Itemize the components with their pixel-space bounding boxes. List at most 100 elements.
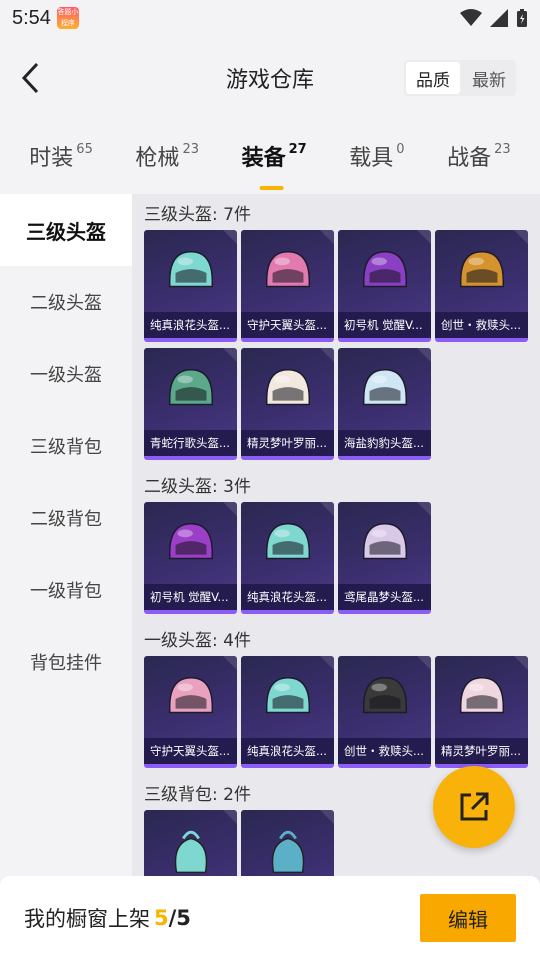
tab-label: 战备 xyxy=(447,146,492,171)
item-card[interactable]: 精灵梦叶罗丽... xyxy=(241,348,334,460)
sidebar-item-level3-helmet[interactable]: 三级头盔 xyxy=(0,194,132,266)
sort-quality-option[interactable]: 品质 xyxy=(406,62,460,94)
back-button[interactable] xyxy=(16,60,46,96)
level3-helmet-icon xyxy=(460,251,504,288)
category-tabs: 时装 65 枪械 23 装备 27 载具 0 战备 23 xyxy=(0,120,540,192)
card-corner-decoration xyxy=(223,810,237,824)
tab-equipment[interactable]: 装备 27 xyxy=(241,140,307,190)
sidebar-item-level1-helmet[interactable]: 一级头盔 xyxy=(0,338,132,410)
tab-label: 枪械 xyxy=(135,146,180,171)
sidebar-item-level2-backpack[interactable]: 二级背包 xyxy=(0,482,132,554)
tab-label: 载具 xyxy=(349,146,394,171)
sort-toggle: 品质 最新 xyxy=(404,60,516,96)
level1-helmet-icon xyxy=(363,677,407,714)
item-card[interactable]: 创世・救赎头... xyxy=(338,656,431,768)
showcase-label: 我的橱窗上架 xyxy=(24,907,150,931)
sidebar-item-level3-backpack[interactable]: 三级背包 xyxy=(0,410,132,482)
item-name: 创世・救赎头... xyxy=(435,312,528,338)
item-name: 精灵梦叶罗丽... xyxy=(435,738,528,764)
item-card[interactable] xyxy=(144,810,237,884)
tab-vehicles[interactable]: 载具 0 xyxy=(349,140,404,172)
item-name: 初号机 觉醒V... xyxy=(338,312,431,338)
share-button[interactable] xyxy=(433,766,515,848)
item-card[interactable]: 纯真浪花头盔... xyxy=(241,656,334,768)
sidebar-item-backpack-charm[interactable]: 背包挂件 xyxy=(0,626,132,698)
item-name: 初号机 觉醒V... xyxy=(144,584,237,610)
item-card[interactable]: 鸢尾晶梦头盔... xyxy=(338,502,431,614)
item-card[interactable]: 纯真浪花头盔... xyxy=(241,502,334,614)
item-card[interactable]: 创世・救赎头... xyxy=(435,230,528,342)
level2-helmet-icon xyxy=(363,523,407,560)
card-corner-decoration xyxy=(320,502,334,516)
section-title: 三级头盔: 7件 xyxy=(144,204,251,225)
card-corner-decoration xyxy=(320,810,334,824)
edit-button[interactable]: 编辑 xyxy=(420,894,516,942)
level3-helmet-icon xyxy=(363,369,407,406)
tab-count: 23 xyxy=(182,142,199,157)
back-arrow-icon xyxy=(21,62,39,94)
level2-helmet-icon xyxy=(266,523,310,560)
item-card[interactable]: 海盐豹豹头盔... xyxy=(338,348,431,460)
level3-helmet-icon xyxy=(266,369,310,406)
level2-helmet-icon xyxy=(169,523,213,560)
item-name: 纯真浪花头盔... xyxy=(144,312,237,338)
card-corner-decoration xyxy=(417,348,431,362)
level3-backpack-icon xyxy=(174,830,208,874)
level1-helmet-icon xyxy=(266,677,310,714)
item-card[interactable]: 守护天翼头盔... xyxy=(241,230,334,342)
item-name: 青蛇行歌头盔... xyxy=(144,430,237,456)
sidebar-item-level1-backpack[interactable]: 一级背包 xyxy=(0,554,132,626)
tab-fashion[interactable]: 时装 65 xyxy=(29,140,93,172)
card-corner-decoration xyxy=(417,502,431,516)
item-name: 纯真浪花头盔... xyxy=(241,738,334,764)
header: 游戏仓库 品质 最新 xyxy=(0,40,540,116)
card-corner-decoration xyxy=(320,230,334,244)
tab-battle-gear[interactable]: 战备 23 xyxy=(447,140,511,172)
item-card[interactable]: 初号机 觉醒V... xyxy=(338,230,431,342)
battery-icon xyxy=(517,9,527,27)
item-name: 纯真浪花头盔... xyxy=(241,584,334,610)
tab-weapons[interactable]: 枪械 23 xyxy=(135,140,199,172)
item-name: 鸢尾晶梦头盔... xyxy=(338,584,431,610)
section-title: 二级头盔: 3件 xyxy=(144,476,251,497)
card-corner-decoration xyxy=(223,230,237,244)
tab-count: 65 xyxy=(76,142,93,157)
tab-label: 装备 xyxy=(241,146,286,171)
item-card[interactable]: 精灵梦叶罗丽... xyxy=(435,656,528,768)
item-name: 精灵梦叶罗丽... xyxy=(241,430,334,456)
item-card[interactable]: 纯真浪花头盔... xyxy=(144,230,237,342)
app-notification-icon: 答题小程序 xyxy=(56,7,79,29)
bottom-bar: 我的橱窗上架 5/5 编辑 xyxy=(0,876,540,960)
level3-helmet-icon xyxy=(169,251,213,288)
level3-helmet-icon xyxy=(266,251,310,288)
item-name: 创世・救赎头... xyxy=(338,738,431,764)
item-card[interactable] xyxy=(241,810,334,884)
showcase-current: 5 xyxy=(154,906,169,930)
section-title: 一级头盔: 4件 xyxy=(144,630,251,651)
card-corner-decoration xyxy=(320,656,334,670)
item-grid: 初号机 觉醒V... 纯真浪花头盔... 鸢尾晶梦头盔... xyxy=(144,502,540,614)
level3-helmet-icon xyxy=(363,251,407,288)
item-card[interactable]: 守护天翼头盔... xyxy=(144,656,237,768)
signal-icon xyxy=(490,9,508,27)
status-time: 5:54 xyxy=(12,6,51,29)
showcase-count: 5/5 xyxy=(154,906,191,930)
level1-helmet-icon xyxy=(460,677,504,714)
item-card[interactable]: 初号机 觉醒V... xyxy=(144,502,237,614)
card-corner-decoration xyxy=(320,348,334,362)
item-name: 守护天翼头盔... xyxy=(144,738,237,764)
card-corner-decoration xyxy=(514,656,528,670)
item-card[interactable]: 青蛇行歌头盔... xyxy=(144,348,237,460)
sidebar-item-level2-helmet[interactable]: 二级头盔 xyxy=(0,266,132,338)
share-external-icon xyxy=(460,792,489,821)
tab-count: 23 xyxy=(494,142,511,157)
item-grid: 纯真浪花头盔... 守护天翼头盔... 初号机 觉醒V... 创世・救赎头... 青蛇行… xyxy=(144,230,540,460)
tab-count: 0 xyxy=(396,142,405,157)
sort-newest-option[interactable]: 最新 xyxy=(462,60,516,96)
level1-helmet-icon xyxy=(169,677,213,714)
card-corner-decoration xyxy=(223,348,237,362)
tab-count: 27 xyxy=(288,142,307,157)
status-bar: 5:54 答题小程序 xyxy=(0,0,540,36)
showcase-total: /5 xyxy=(168,906,191,930)
card-corner-decoration xyxy=(223,656,237,670)
